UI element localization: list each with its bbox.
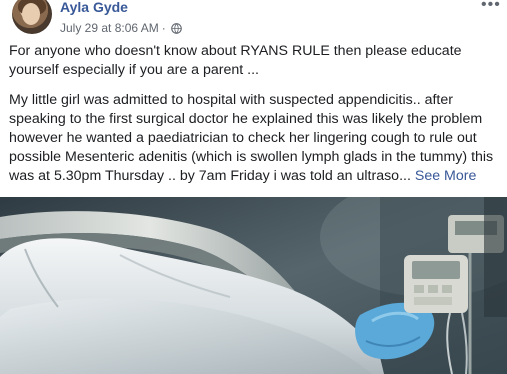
hospital-bed-photo[interactable] (0, 197, 507, 374)
post-paragraph-1: For anyone who doesn't know about RYANS … (9, 43, 462, 78)
post-meta: July 29 at 8:06 AM · (60, 21, 182, 35)
post-paragraph-2: My little girl was admitted to hospital … (9, 91, 501, 186)
meta-separator: · (161, 21, 166, 35)
photo-scene (0, 197, 507, 374)
author-name[interactable]: Ayla Gyde (60, 0, 128, 15)
post-body: For anyone who doesn't know about RYANS … (9, 42, 501, 197)
post-header: Ayla Gyde July 29 at 8:06 AM · ••• (0, 0, 507, 40)
avatar-face (22, 3, 40, 25)
avatar[interactable] (12, 0, 52, 34)
globe-icon[interactable] (170, 22, 182, 34)
more-options-icon[interactable]: ••• (481, 0, 501, 13)
see-more-link[interactable]: See More (415, 168, 477, 184)
timestamp[interactable]: July 29 at 8:06 AM (60, 21, 159, 35)
